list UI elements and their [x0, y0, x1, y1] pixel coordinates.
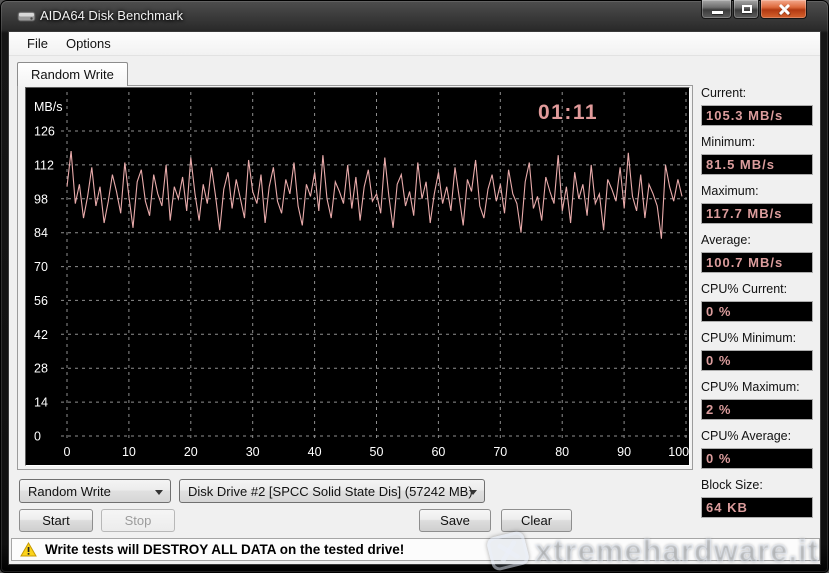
- title-bar[interactable]: AIDA64 Disk Benchmark: [0, 0, 829, 31]
- stat-label: Current:: [701, 86, 813, 102]
- benchmark-chart: MB/s 126 112 98 84 70 56 42 28 14 0 0 10 20 30 40 50 60 70…: [25, 87, 690, 466]
- svg-text:30: 30: [246, 445, 260, 459]
- svg-text:98: 98: [34, 192, 48, 206]
- start-button[interactable]: Start: [19, 509, 93, 532]
- stat-current: Current: 105.3 MB/s: [701, 86, 813, 126]
- svg-text:10: 10: [122, 445, 136, 459]
- status-bar: Write tests will DESTROY ALL DATA on the…: [11, 538, 820, 561]
- test-type-select[interactable]: Random Write: [19, 479, 171, 503]
- tab-page: MB/s 126 112 98 84 70 56 42 28 14 0 0 10 20 30 40 50 60 70…: [17, 85, 693, 470]
- svg-text:56: 56: [34, 294, 48, 308]
- save-button[interactable]: Save: [419, 509, 491, 532]
- menu-bar: File Options: [9, 32, 820, 56]
- stat-minimum: Minimum: 81.5 MB/s: [701, 135, 813, 175]
- svg-text:60: 60: [431, 445, 445, 459]
- menu-options[interactable]: Options: [57, 33, 120, 54]
- stat-label: Maximum:: [701, 184, 813, 200]
- stat-label: Block Size:: [701, 478, 813, 494]
- stat-label: Average:: [701, 233, 813, 249]
- stat-maximum: Maximum: 117.7 MB/s: [701, 184, 813, 224]
- stat-value: 64 KB: [701, 497, 813, 518]
- svg-text:126: 126: [34, 125, 55, 139]
- svg-text:70: 70: [493, 445, 507, 459]
- svg-text:80: 80: [555, 445, 569, 459]
- svg-text:40: 40: [308, 445, 322, 459]
- svg-text:70: 70: [34, 260, 48, 274]
- clear-button[interactable]: Clear: [501, 509, 572, 532]
- stat-value: 100.7 MB/s: [701, 252, 813, 273]
- minimize-button[interactable]: [701, 0, 732, 19]
- svg-text:112: 112: [34, 158, 54, 172]
- maximize-button[interactable]: [733, 0, 759, 19]
- stat-label: CPU% Minimum:: [701, 331, 813, 347]
- benchmark-chart-svg: MB/s 126 112 98 84 70 56 42 28 14 0 0 10 20 30 40 50 60 70…: [26, 88, 689, 465]
- stat-value: 81.5 MB/s: [701, 154, 813, 175]
- drive-select[interactable]: Disk Drive #2 [SPCC Solid State Dis] (57…: [179, 479, 485, 503]
- app-disk-icon: [17, 9, 36, 28]
- svg-text:0: 0: [64, 445, 71, 459]
- stat-value: 0 %: [701, 301, 813, 322]
- svg-text:28: 28: [34, 362, 48, 376]
- stat-value: 0 %: [701, 448, 813, 469]
- warning-text: Write tests will DESTROY ALL DATA on the…: [45, 542, 404, 557]
- stat-cpu-current: CPU% Current: 0 %: [701, 282, 813, 322]
- menu-file[interactable]: File: [18, 33, 57, 54]
- svg-text:14: 14: [34, 396, 48, 410]
- stat-value: 117.7 MB/s: [701, 203, 813, 224]
- stat-cpu-minimum: CPU% Minimum: 0 %: [701, 331, 813, 371]
- svg-text:50: 50: [370, 445, 384, 459]
- minimize-icon: [712, 11, 723, 14]
- tab-random-write[interactable]: Random Write: [17, 62, 128, 86]
- app-window: AIDA64 Disk Benchmark File Options Rando…: [0, 0, 829, 573]
- stat-label: CPU% Average:: [701, 429, 813, 445]
- stat-cpu-average: CPU% Average: 0 %: [701, 429, 813, 469]
- stat-average: Average: 100.7 MB/s: [701, 233, 813, 273]
- client-area: File Options Random Write MB/s 126 112 98 84…: [8, 31, 821, 565]
- svg-text:84: 84: [34, 226, 48, 240]
- stat-value: 0 %: [701, 350, 813, 371]
- svg-text:01:11: 01:11: [538, 101, 598, 124]
- maximize-icon: [742, 5, 752, 13]
- stat-value: 2 %: [701, 399, 813, 420]
- svg-text:MB/s: MB/s: [34, 100, 62, 114]
- stat-label: CPU% Current:: [701, 282, 813, 298]
- svg-text:42: 42: [34, 328, 48, 342]
- close-icon: [778, 4, 790, 15]
- svg-text:100 %: 100 %: [668, 445, 689, 459]
- stop-button: Stop: [101, 509, 175, 532]
- chevron-down-icon: [155, 490, 163, 495]
- stat-block-size: Block Size: 64 KB: [701, 478, 813, 518]
- close-button[interactable]: [760, 0, 807, 19]
- test-type-value: Random Write: [28, 484, 111, 499]
- svg-text:90: 90: [617, 445, 631, 459]
- warning-icon: [20, 542, 37, 557]
- stat-label: CPU% Maximum:: [701, 380, 813, 396]
- chevron-down-icon: [469, 490, 477, 495]
- svg-text:0: 0: [34, 430, 41, 444]
- window-title: AIDA64 Disk Benchmark: [40, 8, 183, 23]
- stat-value: 105.3 MB/s: [701, 105, 813, 126]
- drive-value: Disk Drive #2 [SPCC Solid State Dis] (57…: [188, 484, 473, 499]
- stats-panel: Current: 105.3 MB/s Minimum: 81.5 MB/s M…: [701, 86, 813, 527]
- stat-cpu-maximum: CPU% Maximum: 2 %: [701, 380, 813, 420]
- svg-text:20: 20: [184, 445, 198, 459]
- stat-label: Minimum:: [701, 135, 813, 151]
